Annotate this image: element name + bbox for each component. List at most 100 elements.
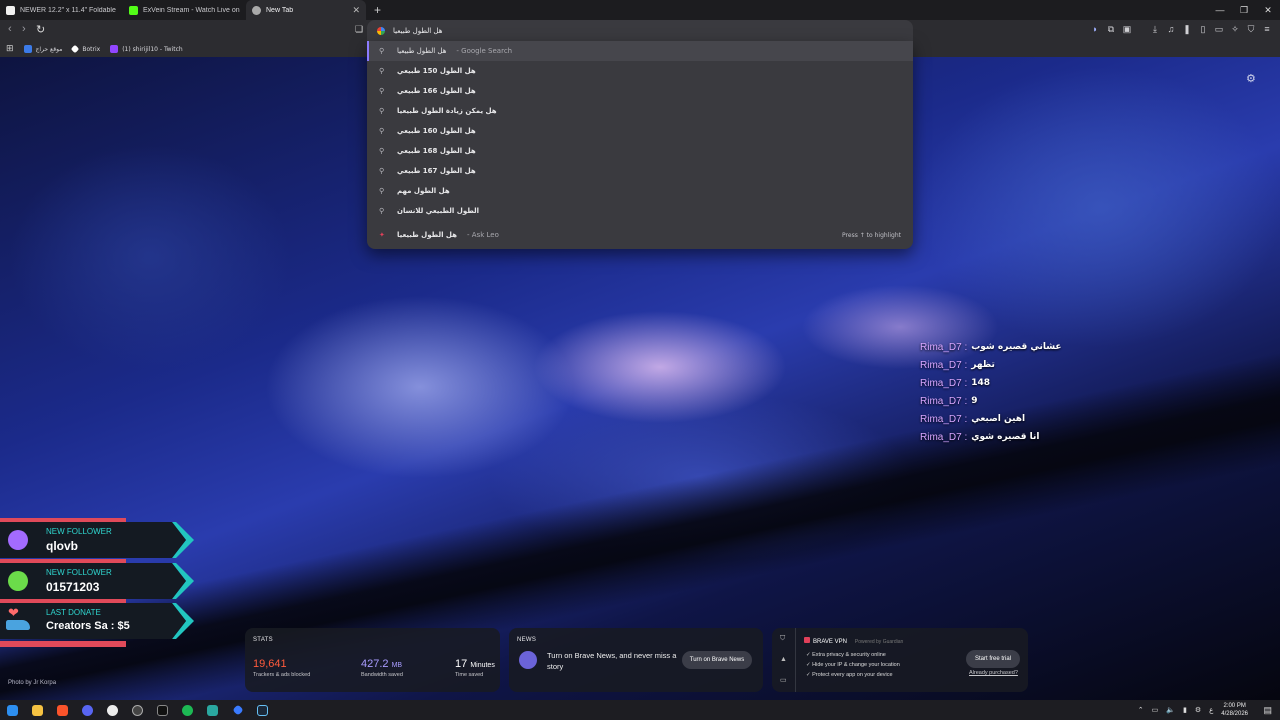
bandwidth-value: 427.2	[361, 658, 389, 670]
turn-on-news-button[interactable]: Turn on Brave News	[682, 651, 752, 669]
circle-app-icon	[132, 704, 143, 716]
suggestion-item[interactable]: ⚲ هل الطول 160 طبيعي	[367, 121, 913, 141]
taskbar-app-circle[interactable]	[125, 700, 150, 720]
kick-icon	[129, 5, 138, 15]
leo-text: هل الطول طبيعيا	[397, 231, 458, 239]
tab-new-tab[interactable]: New Tab ✕	[246, 0, 366, 20]
tab-title: ExVein Stream - Watch Live on Kick	[143, 6, 240, 14]
taskbar-explorer[interactable]	[25, 700, 50, 720]
clock-date: 4/28/2026	[1221, 711, 1248, 717]
bookmark-icon[interactable]: ❏	[355, 24, 363, 35]
app-square-icon	[207, 704, 218, 716]
diamond-icon	[231, 704, 244, 716]
taskbar-tiktok[interactable]	[150, 700, 175, 720]
suggestion-item[interactable]: ⚲ الطول الطبيعي للانسان	[367, 201, 913, 221]
tab-kick[interactable]: ExVein Stream - Watch Live on Kick	[123, 0, 246, 20]
suggestion-text: هل الطول طبيعيا	[397, 47, 447, 55]
taskbar-app-square[interactable]	[200, 700, 225, 720]
taskbar-spotify[interactable]	[175, 700, 200, 720]
minimize-icon[interactable]: —	[1208, 0, 1232, 20]
battery-icon[interactable]: ▮	[1183, 706, 1187, 714]
twitch-icon	[110, 45, 119, 53]
address-bar[interactable]	[367, 20, 913, 42]
chat-message: Rima_D7 : عشاني قصيره شوب	[920, 338, 1062, 356]
shield-icon[interactable]: ⛉	[1246, 24, 1256, 34]
taskbar-discord[interactable]	[75, 700, 100, 720]
extensions-icon[interactable]: ⧉	[1106, 24, 1116, 34]
bookmark-twitch[interactable]: (1) shirijil10 - Twitch	[110, 45, 183, 53]
chevron-up-icon[interactable]: ⌃	[1138, 706, 1144, 714]
vpn-shield-icon[interactable]: ⛉	[780, 635, 785, 643]
back-icon[interactable]: ‹	[8, 23, 12, 35]
already-purchased-link[interactable]: Already purchased?	[969, 670, 1018, 676]
forward-icon[interactable]: ›	[22, 23, 26, 35]
menu-icon[interactable]: ≡	[1262, 24, 1272, 34]
sparkle-icon[interactable]: ✧	[1230, 24, 1240, 34]
alert-accent-bar	[0, 559, 126, 563]
close-window-icon[interactable]: ✕	[1256, 0, 1280, 20]
vpn-feature: Extra privacy & security online	[806, 650, 900, 660]
bookmark-label: موقع حراج	[35, 45, 63, 53]
leo-subtext: - Ask Leo	[467, 231, 499, 239]
heart-icon: ❤	[8, 605, 19, 620]
settings-tray-icon[interactable]: ⚙	[1195, 706, 1201, 714]
leo-icon[interactable]: ◗	[1090, 24, 1100, 34]
bandwidth-unit: MB	[391, 662, 403, 669]
clock[interactable]: 2:00 PM 4/28/2026	[1221, 702, 1248, 718]
leo-hint: Press ↑ to highlight	[842, 231, 901, 239]
bookmark-haraj[interactable]: موقع حراج	[23, 45, 63, 53]
sidebar-icon[interactable]: ▯	[1198, 24, 1208, 34]
address-input[interactable]	[393, 27, 693, 35]
alert-value: 01571203	[46, 580, 100, 594]
suggestion-item[interactable]: ⚲ هل الطول طبيعيا - Google Search	[367, 41, 913, 61]
alert-value: qlovb	[46, 539, 78, 553]
suggestion-item[interactable]: ⚲ هل الطول مهم	[367, 181, 913, 201]
bandwidth-stat: 427.2 MB Bandwidth saved	[361, 658, 403, 678]
ask-leo-item[interactable]: ✦ هل الطول طبيعيا - Ask Leo Press ↑ to h…	[367, 225, 913, 245]
language-indicator[interactable]: ع	[1209, 706, 1213, 714]
download-icon[interactable]: ⤓	[1150, 24, 1160, 34]
taskbar-steam[interactable]	[250, 700, 275, 720]
suggestion-text: الطول الطبيعي للانسان	[397, 207, 480, 215]
suggestion-text: هل الطول 166 طبيعي	[397, 87, 476, 95]
vpn-side-nav: ⛉ ▲ ▭	[772, 628, 796, 692]
new-tab-button[interactable]: +	[366, 3, 389, 17]
wallet-card-icon[interactable]: ▭	[1214, 24, 1224, 34]
tab-neewer[interactable]: NEWER 12.2" x 11.4" Foldable Soft	[0, 0, 123, 20]
media-icon[interactable]: ♫	[1166, 24, 1176, 34]
chat-message: Rima_D7 : 148	[920, 374, 1062, 392]
close-tab-icon[interactable]: ✕	[352, 5, 360, 16]
notifications-icon[interactable]: ▤	[1263, 705, 1272, 716]
suggestion-item[interactable]: ⚲ هل يمكن زيادة الطول طبيعيا	[367, 101, 913, 121]
warning-icon[interactable]: ▲	[780, 656, 787, 663]
alert-label: NEW FOLLOWER	[46, 568, 112, 577]
omnibox-suggestions: ⚲ هل الطول طبيعيا - Google Search ⚲ هل ا…	[367, 41, 913, 249]
brave-icon	[57, 704, 68, 716]
chat-message: Rima_D7 : انا قصيره شوي	[920, 428, 1062, 446]
volume-icon[interactable]: 🔈	[1166, 706, 1175, 714]
apps-icon[interactable]: ⊞	[6, 44, 14, 54]
start-free-trial-button[interactable]: Start free trial	[966, 650, 1020, 668]
taskbar-brave[interactable]	[50, 700, 75, 720]
suggestion-item[interactable]: ⚲ هل الطول 150 طبيعي	[367, 61, 913, 81]
vpn-feature: Protect every app on your device	[806, 670, 900, 680]
start-button[interactable]	[0, 700, 25, 720]
reading-list-icon[interactable]: ❚	[1182, 24, 1192, 34]
network-icon[interactable]: ▭	[1152, 706, 1159, 714]
suggestion-item[interactable]: ⚲ هل الطول 168 طبيعي	[367, 141, 913, 161]
amazon-icon	[6, 5, 15, 15]
time-desc: Time saved	[455, 672, 484, 678]
suggestion-item[interactable]: ⚲ هل الطول 167 طبيعي	[367, 161, 913, 181]
bookmark-botrix[interactable]: Botrix	[71, 44, 100, 54]
suggestion-item[interactable]: ⚲ هل الطول 166 طبيعي	[367, 81, 913, 101]
reload-icon[interactable]: ↻	[36, 23, 45, 36]
taskbar-obs[interactable]	[100, 700, 125, 720]
time-value: 17	[455, 658, 468, 670]
suggestion-text: هل الطول 150 طبيعي	[397, 67, 476, 75]
taskbar-app-diamond[interactable]	[225, 700, 250, 720]
wallet-icon[interactable]: ▣	[1122, 24, 1132, 34]
stats-card: STATS 19,641 Trackers & ads blocked 427.…	[245, 628, 500, 692]
restore-icon[interactable]: ❐	[1232, 0, 1256, 20]
customize-gear-icon[interactable]: ⚙	[1246, 72, 1256, 85]
card-icon[interactable]: ▭	[780, 676, 787, 684]
